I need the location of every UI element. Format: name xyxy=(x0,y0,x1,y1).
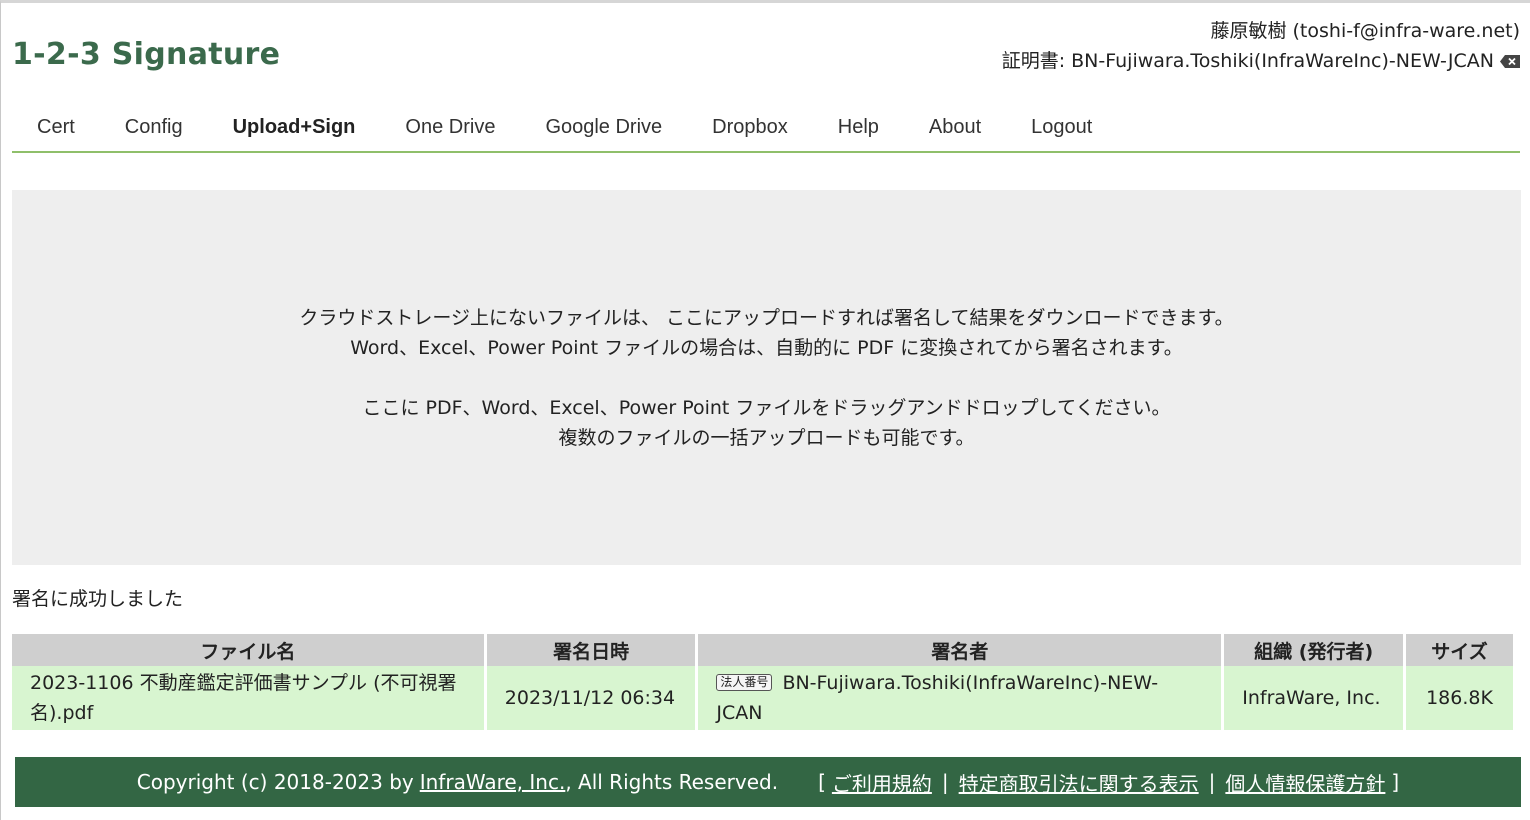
cell-signer: 法人番号 BN-Fujiwara.Toshiki(InfraWareInc)-NE… xyxy=(698,666,1222,730)
footer: Copyright (c) 2018-2023 by InfraWare, In… xyxy=(15,757,1521,807)
nav-config[interactable]: Config xyxy=(100,116,208,139)
header-org: 組織 (発行者) xyxy=(1224,634,1403,666)
signer-name: BN-Fujiwara.Toshiki(InfraWareInc)-NEW-JC… xyxy=(716,672,1159,724)
results-table: ファイル名 署名日時 署名者 組織 (発行者) サイズ 2023-1106 不動… xyxy=(9,634,1516,730)
nav-dropbox[interactable]: Dropbox xyxy=(687,116,813,139)
nav-one-drive[interactable]: One Drive xyxy=(380,116,520,139)
footer-company-link[interactable]: InfraWare, Inc. xyxy=(420,770,566,794)
header-size: サイズ xyxy=(1406,634,1513,666)
status-message: 署名に成功しました xyxy=(12,588,184,610)
dropzone-line-1: クラウドストレージ上にないファイルは、 ここにアップロードすれば署名して結果をダ… xyxy=(299,306,1234,329)
nav-google-drive[interactable]: Google Drive xyxy=(520,116,687,139)
user-name-email: 藤原敏樹 (toshi-f@infra-ware.net) xyxy=(1210,20,1520,42)
results-header-row: ファイル名 署名日時 署名者 組織 (発行者) サイズ xyxy=(12,634,1513,666)
upload-dropzone[interactable]: クラウドストレージ上にないファイルは、 ここにアップロードすれば署名して結果をダ… xyxy=(12,190,1521,565)
dropzone-line-3: ここに PDF、Word、Excel、Power Point ファイルをドラッグ… xyxy=(362,396,1171,419)
footer-privacy-link[interactable]: 個人情報保護方針 xyxy=(1225,768,1385,797)
footer-divider: | xyxy=(1208,770,1216,794)
clear-cert-icon[interactable] xyxy=(1500,54,1520,68)
cell-signed-at: 2023/11/12 06:34 xyxy=(486,666,696,730)
cert-line: 証明書: BN-Fujiwara.Toshiki(InfraWareInc)-N… xyxy=(1002,46,1520,76)
nav-help[interactable]: Help xyxy=(813,116,904,139)
table-row[interactable]: 2023-1106 不動産鑑定評価書サンプル (不可視署名).pdf 2023/… xyxy=(12,666,1513,730)
corporate-number-badge: 法人番号 xyxy=(716,674,773,691)
dropzone-line-2: Word、Excel、Power Point ファイルの場合は、自動的に PDF… xyxy=(350,336,1183,359)
footer-copyright-prefix: Copyright (c) 2018-2023 by xyxy=(136,770,414,794)
cell-filename: 2023-1106 不動産鑑定評価書サンプル (不可視署名).pdf xyxy=(12,666,484,730)
nav-upload-sign[interactable]: Upload+Sign xyxy=(208,116,381,139)
header-signer: 署名者 xyxy=(698,634,1222,666)
header-filename: ファイル名 xyxy=(12,634,484,666)
nav-cert[interactable]: Cert xyxy=(12,116,100,139)
footer-terms-link[interactable]: ご利用規約 xyxy=(832,768,932,797)
footer-divider: | xyxy=(941,770,949,794)
user-info: 藤原敏樹 (toshi-f@infra-ware.net) 証明書: BN-Fu… xyxy=(1002,16,1520,76)
footer-bracket-open: [ xyxy=(818,770,826,794)
main-nav: Cert Config Upload+Sign One Drive Google… xyxy=(12,103,1520,153)
header-signed-at: 署名日時 xyxy=(486,634,696,666)
nav-logout[interactable]: Logout xyxy=(1006,116,1117,139)
nav-about[interactable]: About xyxy=(904,116,1006,139)
dropzone-line-4: 複数のファイルの一括アップロードも可能です。 xyxy=(558,426,975,449)
page: 1-2-3 Signature 藤原敏樹 (toshi-f@infra-ware… xyxy=(0,0,1530,820)
footer-bracket-close: ] xyxy=(1391,770,1400,794)
cell-size: 186.8K xyxy=(1406,666,1513,730)
footer-copyright-suffix: , All Rights Reserved. xyxy=(565,770,779,794)
cell-org: InfraWare, Inc. xyxy=(1224,666,1403,730)
app-title: 1-2-3 Signature xyxy=(12,37,281,72)
cert-label: 証明書: BN-Fujiwara.Toshiki(InfraWareInc)-N… xyxy=(1001,50,1494,72)
footer-commerce-link[interactable]: 特定商取引法に関する表示 xyxy=(959,768,1199,797)
